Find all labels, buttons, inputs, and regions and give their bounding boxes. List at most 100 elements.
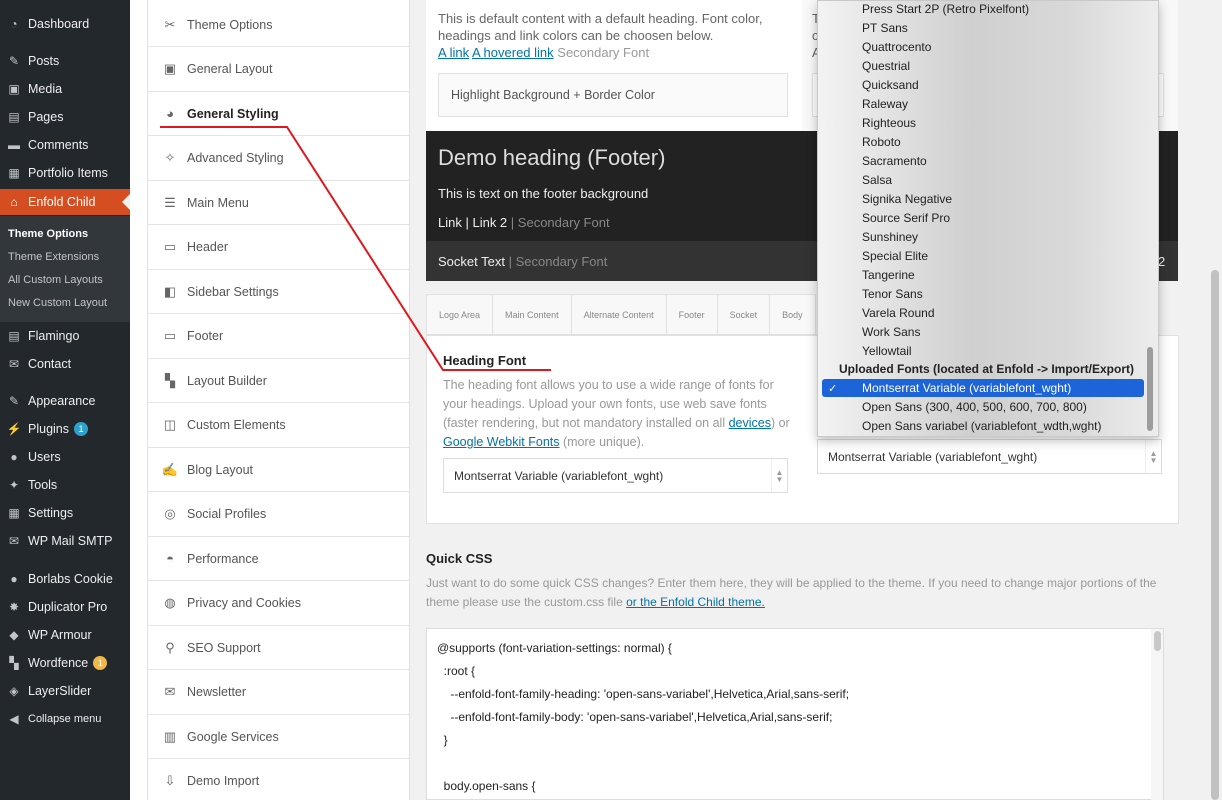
- color-section-tab[interactable]: Alternate Content: [572, 295, 667, 334]
- options-nav-item[interactable]: ▥ Google Services: [148, 715, 410, 759]
- dropdown-option[interactable]: Quattrocento: [862, 40, 931, 54]
- options-nav-label: Google Services: [187, 729, 279, 744]
- footer-demo-heading: Demo heading (Footer): [438, 145, 666, 170]
- wp-menu-item[interactable]: ● Borlabs Cookie: [0, 566, 130, 592]
- css-code-line: }: [437, 733, 448, 747]
- wp-menu-item[interactable]: ● Users: [0, 444, 130, 470]
- collapse-icon: ◀: [9, 712, 19, 726]
- preview-link[interactable]: A link: [438, 45, 469, 60]
- options-nav-item[interactable]: ✍ Blog Layout: [148, 448, 410, 492]
- preview-hovered-link[interactable]: A hovered link: [472, 45, 554, 60]
- heading-font-select-value: Montserrat Variable (variablefont_wght): [454, 468, 664, 483]
- dashboard-icon: ◔: [10, 17, 18, 31]
- options-nav-item[interactable]: ⚲ SEO Support: [148, 626, 410, 670]
- dropdown-option[interactable]: Questrial: [862, 59, 910, 73]
- css-scrollbar-thumb[interactable]: [1154, 631, 1161, 651]
- options-nav-item[interactable]: ▚ Layout Builder: [148, 359, 410, 403]
- enfold-child-theme-link[interactable]: or the Enfold Child theme.: [626, 595, 765, 609]
- dropdown-option[interactable]: Press Start 2P (Retro Pixelfont): [862, 2, 1029, 16]
- body-font-select[interactable]: Montserrat Variable (variablefont_wght) …: [817, 439, 1162, 474]
- plugin-icon: ⚡: [6, 422, 22, 436]
- options-nav-item[interactable]: ▣ General Layout: [148, 48, 410, 92]
- options-nav-item[interactable]: ☰ Main Menu: [148, 181, 410, 225]
- wp-menu-item[interactable]: ◔ Dashboard: [0, 11, 130, 37]
- dropdown-option[interactable]: Righteous: [862, 116, 916, 130]
- wp-menu-item[interactable]: ✉ Contact: [0, 351, 130, 377]
- heading-font-select[interactable]: Montserrat Variable (variablefont_wght) …: [443, 458, 788, 493]
- layers-icon: ◈: [9, 684, 19, 698]
- dropdown-option[interactable]: Open Sans variabel (variablefont_wdth,wg…: [862, 419, 1101, 433]
- dropdown-option[interactable]: Sunshiney: [862, 230, 918, 244]
- options-nav-item[interactable]: ◎ Social Profiles: [148, 493, 410, 537]
- options-nav-item[interactable]: ◓ Performance: [148, 537, 410, 581]
- color-section-tab[interactable]: Logo Area: [427, 295, 494, 334]
- color-section-tab[interactable]: Main Content: [493, 295, 572, 334]
- options-nav-item[interactable]: ◫ Custom Elements: [148, 404, 410, 448]
- dropdown-option[interactable]: Signika Negative: [862, 192, 952, 206]
- dropdown-option-selected[interactable]: ✓ Montserrat Variable (variablefont_wght): [822, 379, 1144, 397]
- wp-menu-item[interactable]: ▤ Pages: [0, 104, 130, 130]
- dropdown-option[interactable]: Source Serif Pro: [862, 211, 950, 225]
- submenu-theme-extensions[interactable]: Theme Extensions: [8, 251, 99, 263]
- wp-menu-item[interactable]: ⌂ Enfold Child: [0, 189, 130, 215]
- wp-menu-item[interactable]: ◆ WP Armour: [0, 622, 130, 648]
- wp-menu-item[interactable]: ✎ Posts: [0, 48, 130, 74]
- options-nav-item[interactable]: ▭ Header: [148, 226, 410, 270]
- dropdown-option[interactable]: Raleway: [862, 97, 908, 111]
- dropdown-option[interactable]: Sacramento: [862, 154, 927, 168]
- color-section-tab[interactable]: Body: [770, 295, 815, 334]
- settings-icon: ▦: [8, 506, 20, 520]
- dropdown-scrollbar-thumb[interactable]: [1147, 347, 1153, 431]
- wp-menu-label: Tools: [28, 478, 58, 492]
- google-webkit-fonts-link[interactable]: Google Webkit Fonts: [443, 435, 560, 449]
- options-nav-item[interactable]: ✂ Theme Options: [148, 3, 410, 47]
- options-nav-item[interactable]: ◧ Sidebar Settings: [148, 270, 410, 314]
- dropdown-option[interactable]: Tangerine: [862, 268, 915, 282]
- submenu-new-custom-layout[interactable]: New Custom Layout: [8, 297, 107, 309]
- wp-menu-item[interactable]: ▚ Wordfence 1: [0, 650, 130, 676]
- dropdown-option[interactable]: Yellowtail: [862, 344, 912, 358]
- options-nav-item[interactable]: ✉ Newsletter: [148, 671, 410, 715]
- page-scrollbar[interactable]: [1208, 0, 1222, 800]
- color-section-tab[interactable]: Socket: [718, 295, 771, 334]
- dropdown-option[interactable]: Tenor Sans: [862, 287, 923, 301]
- options-nav-label: Footer: [187, 329, 224, 343]
- wp-menu-item[interactable]: ✎ Appearance: [0, 388, 130, 414]
- options-nav-item[interactable]: ▭ Footer: [148, 315, 410, 359]
- wp-menu-item[interactable]: ▤ Flamingo: [0, 323, 130, 349]
- wp-menu-item[interactable]: ✸ Duplicator Pro: [0, 594, 130, 620]
- wp-menu-item[interactable]: ◈ LayerSlider: [0, 678, 130, 704]
- wp-menu-item[interactable]: ⚡ Plugins 1: [0, 416, 130, 442]
- color-section-tab[interactable]: Footer: [667, 295, 718, 334]
- dropdown-option[interactable]: Quicksand: [862, 78, 919, 92]
- user-icon: ●: [10, 450, 18, 464]
- wp-menu-item[interactable]: ▬ Comments: [0, 132, 130, 158]
- wp-menu-item[interactable]: ▦ Settings: [0, 500, 130, 526]
- options-nav-item[interactable]: ✧ Advanced Styling: [148, 137, 410, 181]
- wp-menu-item[interactable]: ◀ Collapse menu: [0, 706, 130, 732]
- font-dropdown-list[interactable]: Press Start 2P (Retro Pixelfont) PT Sans Q…: [817, 0, 1159, 437]
- options-nav-item[interactable]: ◍ Privacy and Cookies: [148, 582, 410, 626]
- options-nav-item[interactable]: ◕ General Styling: [148, 92, 410, 136]
- footer-link-2[interactable]: Link 2: [472, 215, 507, 230]
- dropdown-option[interactable]: Special Elite: [862, 249, 928, 263]
- page-scrollbar-thumb[interactable]: [1211, 270, 1219, 800]
- submenu-all-custom-layouts[interactable]: All Custom Layouts: [8, 274, 103, 286]
- dropdown-option[interactable]: Work Sans: [862, 325, 920, 339]
- footer-link-1[interactable]: Link: [438, 215, 462, 230]
- dropdown-scrollbar[interactable]: [1144, 1, 1156, 438]
- quick-css-textarea[interactable]: @supports (font-variation-settings: norm…: [426, 628, 1164, 800]
- wp-menu-item[interactable]: ▣ Media: [0, 76, 130, 102]
- dropdown-option[interactable]: Varela Round: [862, 306, 935, 320]
- wp-menu-item[interactable]: ✉ WP Mail SMTP: [0, 528, 130, 554]
- devices-link[interactable]: devices: [729, 416, 771, 430]
- wp-menu-item[interactable]: ✦ Tools: [0, 472, 130, 498]
- submenu-theme-options[interactable]: Theme Options: [8, 228, 88, 240]
- dropdown-option[interactable]: Salsa: [862, 173, 892, 187]
- wp-menu-item[interactable]: ▦ Portfolio Items: [0, 160, 130, 186]
- dropdown-option[interactable]: Roboto: [862, 135, 901, 149]
- css-scrollbar[interactable]: [1151, 629, 1163, 800]
- dropdown-option[interactable]: PT Sans: [862, 21, 908, 35]
- options-nav-item[interactable]: ⇩ Demo Import: [148, 760, 410, 800]
- dropdown-option[interactable]: Open Sans (300, 400, 500, 600, 700, 800): [862, 400, 1087, 414]
